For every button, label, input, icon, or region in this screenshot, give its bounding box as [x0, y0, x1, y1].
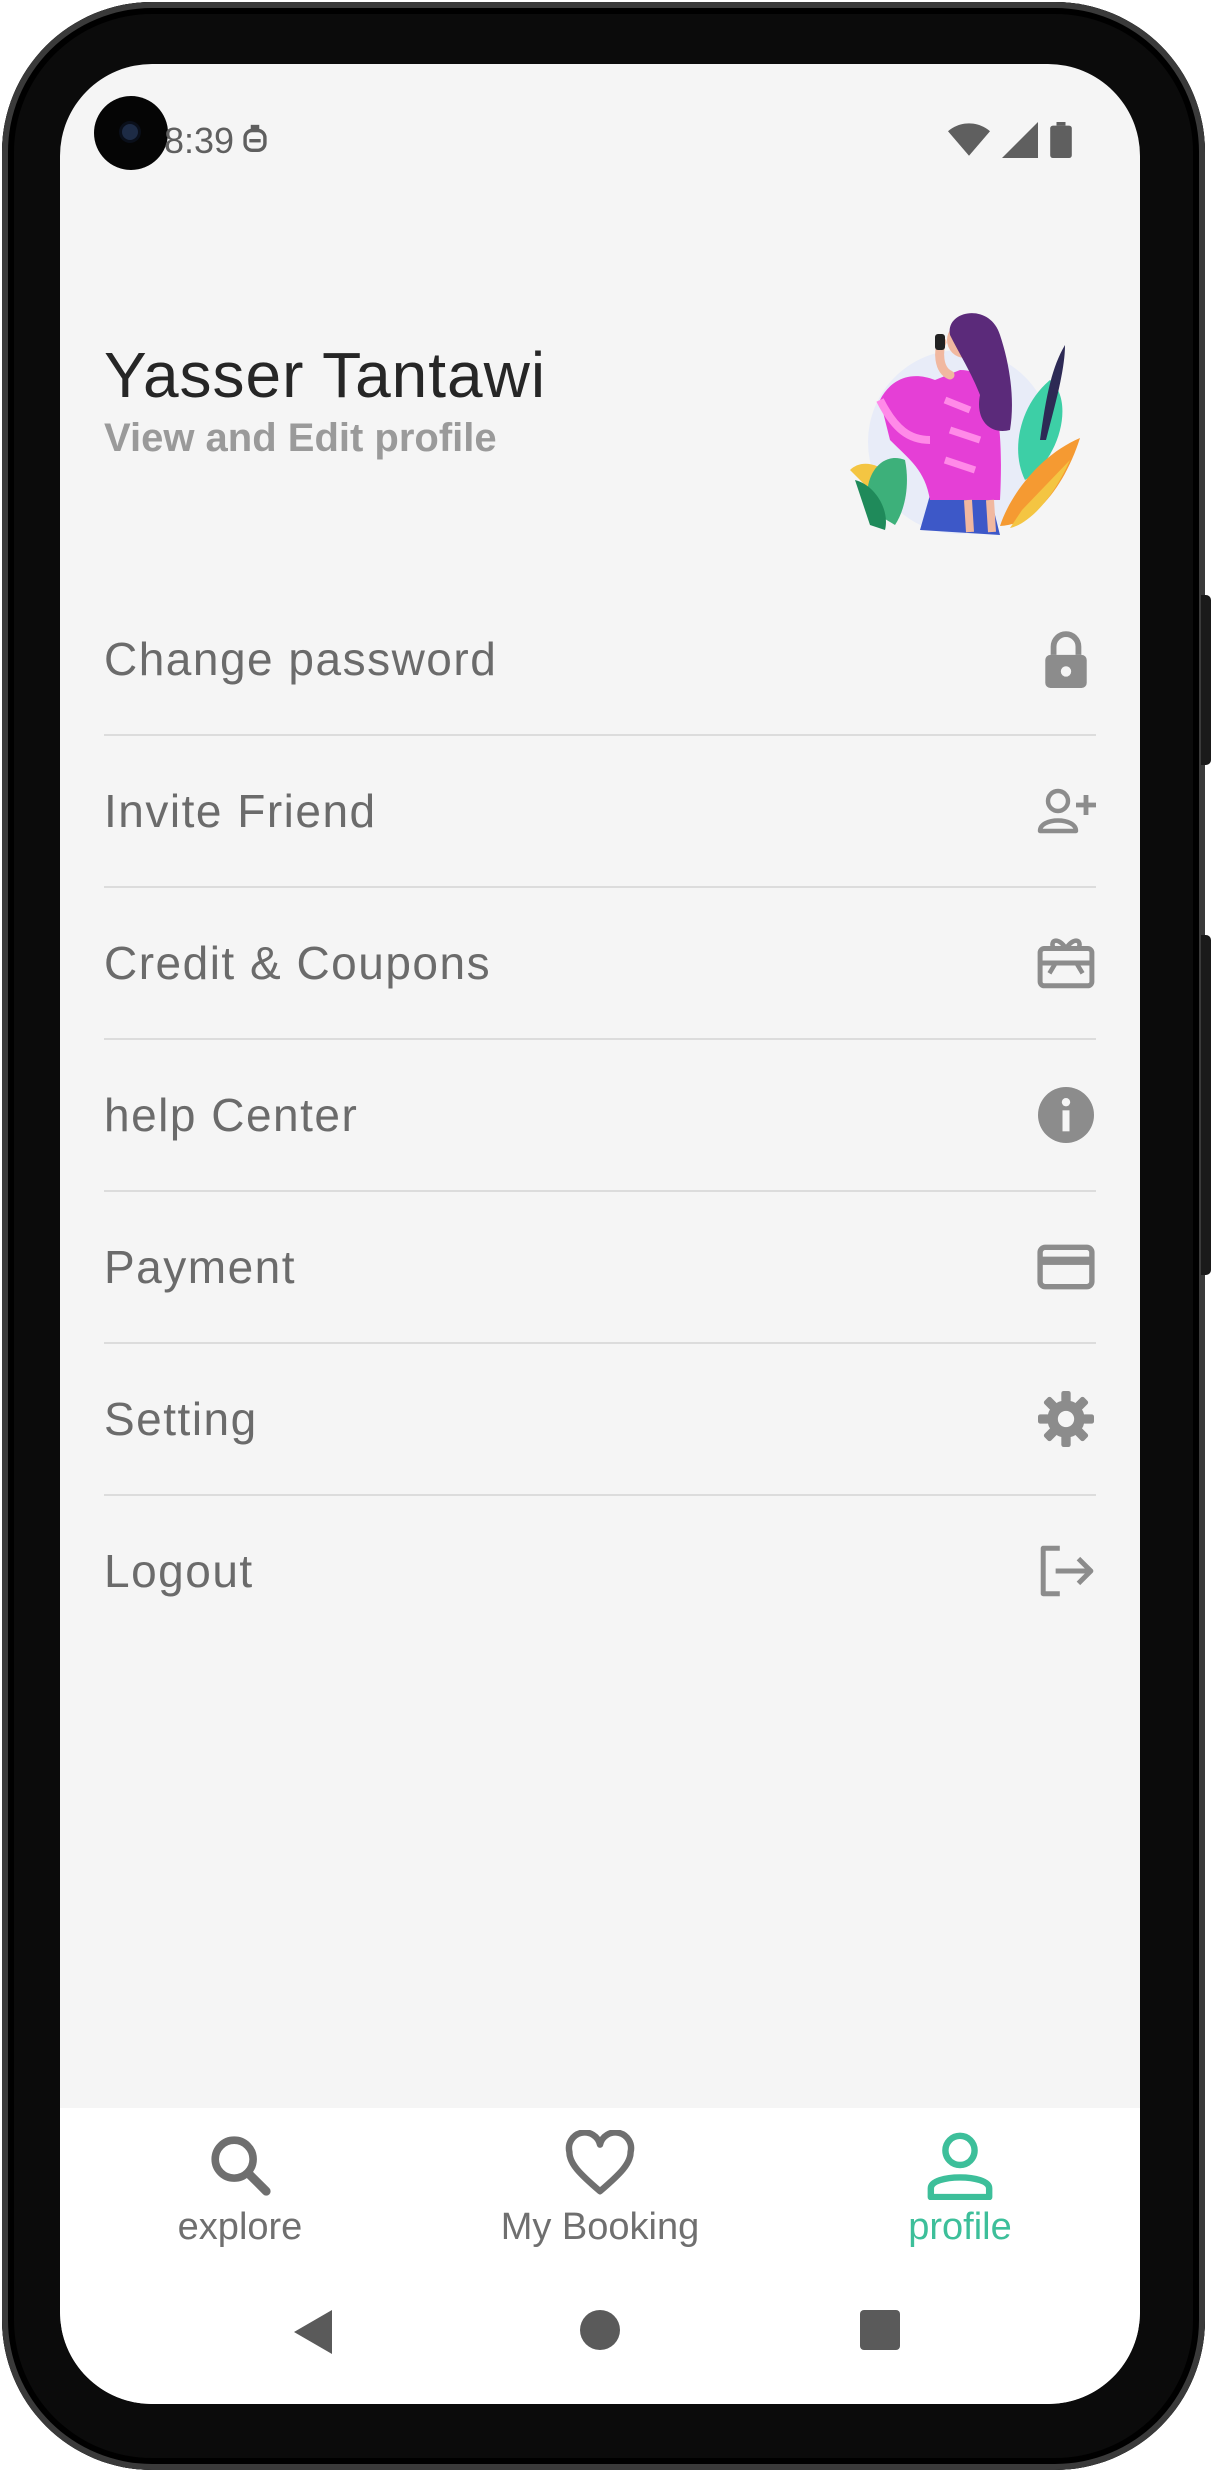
signal-icon — [1002, 122, 1038, 158]
menu-item-label: Invite Friend — [104, 785, 377, 837]
screen: 8:39 Yasser Tantawi View and Edit profil… — [60, 64, 1140, 2404]
menu-item-setting[interactable]: Setting — [104, 1344, 1096, 1496]
status-icons — [948, 118, 1072, 162]
nav-label: My Booking — [500, 2206, 700, 2248]
power-button — [1201, 935, 1211, 1275]
gear-icon — [1036, 1389, 1096, 1449]
profile-name: Yasser Tantawi — [104, 339, 547, 411]
person-add-icon — [1036, 781, 1096, 841]
gift-card-icon — [1036, 933, 1096, 993]
volume-button — [1201, 595, 1211, 765]
menu-item-logout[interactable]: Logout — [104, 1496, 1096, 1646]
notification-icon — [243, 124, 267, 153]
nav-label: profile — [908, 2206, 1012, 2248]
menu-item-label: Change password — [104, 633, 498, 685]
menu-item-label: Logout — [104, 1545, 254, 1597]
credit-card-icon — [1036, 1237, 1096, 1297]
menu-item-help-center[interactable]: help Center — [104, 1040, 1096, 1192]
home-button-icon[interactable] — [578, 2308, 622, 2352]
menu-item-label: help Center — [104, 1089, 359, 1141]
logout-icon — [1036, 1541, 1096, 1601]
status-time: 8:39 — [164, 120, 235, 161]
recents-button-icon[interactable] — [858, 2308, 902, 2352]
bottom-navigation: explore My Booking profile — [60, 2108, 1140, 2278]
system-navigation-bar — [60, 2278, 1140, 2404]
heart-icon — [565, 2130, 635, 2195]
profile-menu: Change password Invite Friend Credit & C… — [104, 584, 1096, 1646]
nav-explore[interactable]: explore — [60, 2108, 420, 2278]
lock-icon — [1036, 629, 1096, 689]
nav-profile[interactable]: profile — [780, 2108, 1140, 2278]
nav-label: explore — [177, 2206, 303, 2248]
info-icon — [1036, 1085, 1096, 1145]
menu-item-change-password[interactable]: Change password — [104, 584, 1096, 736]
menu-item-label: Payment — [104, 1241, 297, 1293]
nav-my-booking[interactable]: My Booking — [420, 2108, 780, 2278]
menu-item-invite-friend[interactable]: Invite Friend — [104, 736, 1096, 888]
avatar-illustration[interactable] — [850, 310, 1086, 546]
back-button-icon[interactable] — [292, 2308, 336, 2356]
front-camera — [94, 96, 168, 170]
menu-item-credit-coupons[interactable]: Credit & Coupons — [104, 888, 1096, 1040]
wifi-icon — [948, 123, 990, 156]
view-edit-profile-link[interactable]: View and Edit profile — [104, 416, 497, 461]
person-icon — [927, 2132, 993, 2200]
battery-icon — [1050, 122, 1072, 158]
menu-item-label: Credit & Coupons — [104, 937, 492, 989]
menu-item-label: Setting — [104, 1393, 258, 1445]
search-icon — [211, 2136, 271, 2196]
menu-item-payment[interactable]: Payment — [104, 1192, 1096, 1344]
